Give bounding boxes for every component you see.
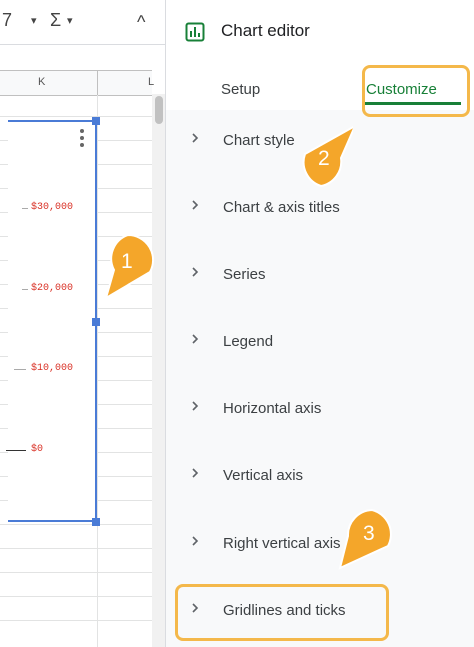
y-zero-line [6, 450, 26, 451]
chevron-right-icon [192, 200, 199, 210]
chevron-right-icon [192, 267, 199, 277]
column-divider[interactable] [97, 71, 98, 95]
y-tick-label: $0 [31, 444, 44, 455]
callout-number: 2 [318, 147, 330, 170]
chart-editor-panel: Chart editor Setup Customize Chart style… [165, 0, 474, 647]
y-tick-label: $30,000 [31, 202, 74, 213]
chart-editor-header: Chart editor [166, 0, 474, 65]
chart-menu-icon[interactable] [80, 129, 84, 150]
callout-number: 3 [363, 522, 375, 545]
section-label: Horizontal axis [223, 400, 322, 417]
grid-row-line [0, 116, 152, 117]
y-tick-mark [22, 208, 28, 209]
section-label: Series [223, 266, 266, 283]
grid-row-line [0, 572, 152, 573]
grid-row-line [0, 620, 152, 621]
resize-handle-middle[interactable] [92, 318, 100, 326]
grid-row-line [0, 548, 152, 549]
spreadsheet-area: 7 ▾ Σ ▾ ^ K L $30,000 $20,000 $10,000 $0 [0, 0, 165, 647]
section-vertical-axis[interactable]: Vertical axis [166, 458, 474, 498]
chevron-right-icon [192, 133, 199, 143]
grid-column-line [97, 95, 98, 647]
y-tick-mark [22, 289, 28, 290]
chevron-down-icon[interactable]: ▾ [67, 14, 73, 27]
callout-marker-3: 3 [338, 506, 394, 576]
tab-highlight-box [362, 65, 470, 117]
section-highlight-box [175, 584, 389, 641]
panel-title: Chart editor [221, 21, 310, 40]
sheets-toolbar: 7 ▾ Σ ▾ ^ [0, 0, 165, 45]
grid-row-line [0, 524, 152, 525]
editor-tabs: Setup Customize [166, 64, 474, 117]
chevron-right-icon [192, 401, 199, 411]
section-right-vertical-axis[interactable]: Right vertical axis [166, 526, 474, 566]
callout-marker-1: 1 [100, 232, 156, 302]
tab-setup[interactable]: Setup [221, 81, 260, 98]
section-label: Chart style [223, 132, 295, 149]
grid-row-line [0, 596, 152, 597]
section-chart-axis-titles[interactable]: Chart & axis titles [166, 190, 474, 230]
chevron-down-icon[interactable]: ▾ [31, 14, 37, 27]
resize-handle-top[interactable] [92, 117, 100, 125]
toolbar-partial-label[interactable]: 7 [2, 10, 12, 31]
chevron-right-icon [192, 536, 199, 546]
vertical-scrollbar[interactable] [152, 94, 165, 647]
chevron-right-icon [192, 468, 199, 478]
sum-icon[interactable]: Σ [50, 10, 61, 31]
section-label: Vertical axis [223, 467, 304, 484]
section-label: Legend [223, 333, 274, 350]
chevron-right-icon [192, 334, 199, 344]
column-header-k[interactable]: K [38, 76, 45, 88]
chart-icon [185, 22, 205, 42]
y-tick-label: $20,000 [31, 283, 74, 294]
callout-number: 1 [121, 250, 133, 273]
column-header-l[interactable]: L [148, 76, 154, 88]
chart-selection-border [8, 120, 96, 522]
section-horizontal-axis[interactable]: Horizontal axis [166, 391, 474, 431]
resize-handle-bottom[interactable] [92, 518, 100, 526]
callout-marker-2: 2 [297, 123, 358, 194]
section-label: Right vertical axis [223, 535, 341, 552]
section-series[interactable]: Series [166, 257, 474, 297]
y-tick-mark [14, 369, 26, 370]
section-label: Chart & axis titles [223, 199, 340, 216]
scrollbar-thumb[interactable] [155, 96, 163, 124]
y-tick-label: $10,000 [31, 363, 74, 374]
column-headers: K L [0, 70, 154, 96]
section-legend[interactable]: Legend [166, 324, 474, 364]
collapse-toolbar-icon[interactable]: ^ [137, 12, 145, 33]
